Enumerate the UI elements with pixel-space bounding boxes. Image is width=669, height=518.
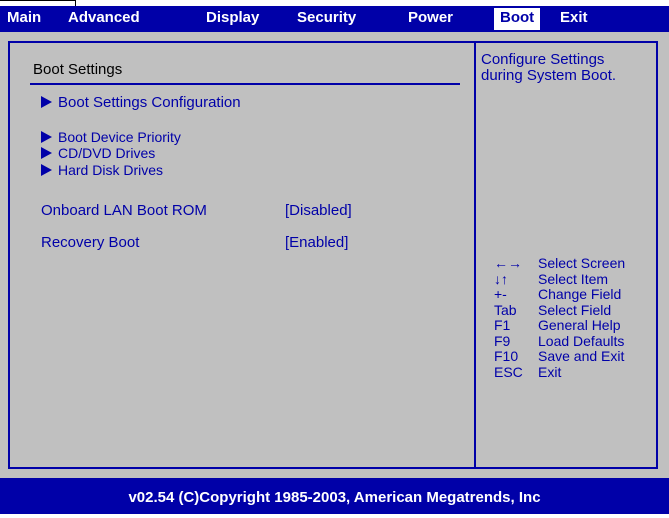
key-desc: General Help	[538, 317, 621, 333]
submenu-cd-dvd-drives[interactable]: CD/DVD Drives	[41, 146, 155, 161]
submenu-boot-settings-configuration[interactable]: Boot Settings Configuration	[41, 94, 241, 111]
key-desc: Load Defaults	[538, 332, 625, 349]
submenu-arrow-icon	[41, 164, 52, 176]
section-title: Boot Settings	[33, 61, 123, 78]
tab-power[interactable]: Power	[408, 6, 453, 32]
tab-advanced[interactable]: Advanced	[68, 6, 140, 32]
key-name: +-	[494, 286, 507, 302]
setting-recovery-boot-label[interactable]: Recovery Boot	[41, 234, 139, 251]
setting-onboard-lan-boot-rom-label[interactable]: Onboard LAN Boot ROM	[41, 202, 207, 219]
panel-divider	[474, 41, 476, 469]
top-edge-line	[0, 0, 75, 1]
key-name: F10	[494, 348, 519, 364]
submenu-hard-disk-drives[interactable]: Hard Disk Drives	[41, 163, 163, 178]
tab-boot[interactable]: Boot	[494, 8, 541, 30]
tab-main[interactable]: Main	[7, 6, 41, 32]
key-name: F9	[494, 332, 511, 349]
main-panel: Boot Settings Boot Settings Configuratio…	[0, 32, 669, 478]
menu-bar: Main Advanced Display Security Power Boo…	[0, 6, 669, 32]
key-name: ↓↑	[494, 270, 508, 287]
key-desc: Select Item	[538, 270, 609, 287]
submenu-label: Boot Device Priority	[58, 129, 181, 145]
submenu-arrow-icon	[41, 147, 52, 159]
help-text: Configure Settings during System Boot.	[481, 52, 661, 84]
key-desc: Exit	[538, 363, 562, 380]
submenu-label: CD/DVD Drives	[58, 145, 156, 161]
section-underline	[30, 83, 460, 85]
footer-copyright: v02.54 (C)Copyright 1985-2003, American …	[0, 478, 669, 514]
tab-display[interactable]: Display	[206, 6, 259, 32]
setting-recovery-boot-value[interactable]: [Enabled]	[285, 234, 348, 251]
submenu-arrow-icon	[41, 96, 52, 108]
help-line-1: Configure Settings	[481, 51, 605, 68]
tab-exit[interactable]: Exit	[560, 6, 588, 32]
submenu-label: Hard Disk Drives	[58, 162, 164, 178]
submenu-label: Boot Settings Configuration	[58, 94, 241, 111]
tab-security[interactable]: Security	[297, 6, 356, 32]
key-name: ←→	[494, 255, 522, 271]
help-line-2: during System Boot.	[481, 67, 617, 84]
key-name: Tab	[494, 301, 517, 318]
key-desc: Change Field	[538, 286, 622, 302]
submenu-boot-device-priority[interactable]: Boot Device Priority	[41, 130, 181, 145]
key-desc: Select Field	[538, 301, 612, 318]
key-name: F1	[494, 317, 511, 333]
key-desc: Select Screen	[538, 255, 626, 271]
setting-onboard-lan-boot-rom-value[interactable]: [Disabled]	[285, 202, 352, 219]
key-desc: Save and Exit	[538, 348, 625, 364]
submenu-arrow-icon	[41, 131, 52, 143]
key-name: ESC	[494, 363, 523, 380]
